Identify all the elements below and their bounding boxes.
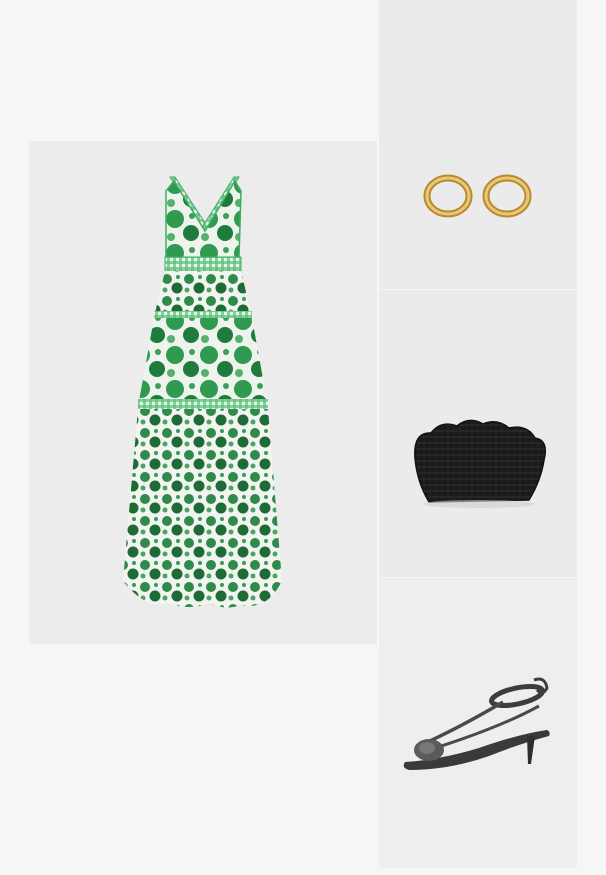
dress-product-tile[interactable] [29,141,377,644]
strappy-kitten-heel-sandal-icon [403,677,550,770]
earrings-product-tile[interactable] [379,0,577,289]
gold-hoop-earrings-icon [423,174,532,218]
clutch-bag-product-tile[interactable] [379,290,577,577]
woven-shell-clutch-icon [414,419,547,508]
sandal-product-tile[interactable] [379,578,577,868]
floral-maxi-dress-icon [123,176,282,608]
